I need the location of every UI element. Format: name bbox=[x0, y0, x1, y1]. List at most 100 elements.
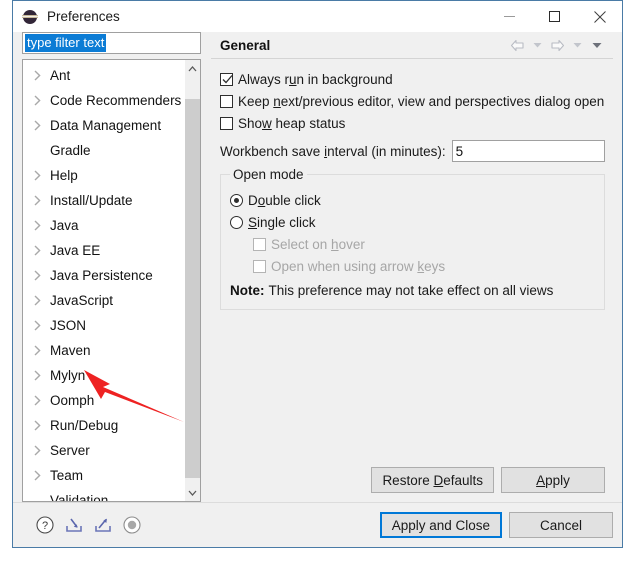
workbench-save-interval-input[interactable]: 5 bbox=[451, 140, 605, 162]
dialog-footer: ? Apply and Close Cancel bbox=[13, 503, 622, 547]
tree-item-label: Java Persistence bbox=[50, 268, 153, 283]
note-label: Note: bbox=[230, 282, 265, 298]
view-menu-icon[interactable] bbox=[588, 36, 606, 54]
chevron-right-icon[interactable] bbox=[34, 395, 48, 406]
checkbox-row-open-when-using-arrow-keys: Open when using arrow keys bbox=[253, 255, 595, 277]
checkbox-show-heap-status[interactable] bbox=[220, 116, 233, 130]
restore-defaults-button[interactable]: Restore Defaults bbox=[371, 467, 494, 493]
chevron-right-icon[interactable] bbox=[34, 95, 48, 106]
tree-item-label: Gradle bbox=[50, 143, 91, 158]
checkbox-open-when-using-arrow-keys bbox=[253, 259, 266, 273]
preferences-dialog: Preferences type filter text Ant Code Rec… bbox=[12, 0, 623, 548]
general-checkboxes: Always run in background Keep next/previo… bbox=[220, 68, 605, 134]
tree-item-label: Code Recommenders bbox=[50, 93, 182, 108]
tree-item-server[interactable]: Server bbox=[23, 438, 184, 463]
tree-item-javascript[interactable]: JavaScript bbox=[23, 288, 184, 313]
tree-item-label: JavaScript bbox=[50, 293, 114, 308]
pane-header: General bbox=[211, 32, 613, 58]
note-text: This preference may not take effect on a… bbox=[268, 282, 554, 298]
forward-dropdown-icon[interactable] bbox=[568, 36, 586, 54]
back-arrow-icon[interactable] bbox=[508, 36, 526, 54]
record-icon[interactable] bbox=[121, 514, 143, 536]
tree-item-run-debug[interactable]: Run/Debug bbox=[23, 413, 184, 438]
chevron-right-icon[interactable] bbox=[34, 195, 48, 206]
window-title: Preferences bbox=[47, 9, 120, 24]
pane-navigation bbox=[508, 36, 606, 54]
footer-icons: ? bbox=[34, 514, 143, 536]
tree-item-label: Oomph bbox=[50, 393, 95, 408]
svg-text:?: ? bbox=[42, 520, 48, 532]
maximize-button[interactable] bbox=[532, 1, 577, 32]
tree-item-mylyn[interactable]: Mylyn bbox=[23, 363, 184, 388]
tree-item-ant[interactable]: Ant bbox=[23, 63, 184, 88]
checkbox-row-show-heap-status[interactable]: Show heap status bbox=[220, 112, 605, 134]
scrollbar-track[interactable] bbox=[185, 77, 200, 484]
window-controls bbox=[487, 1, 622, 32]
tree-item-java-persistence[interactable]: Java Persistence bbox=[23, 263, 184, 288]
chevron-right-icon[interactable] bbox=[34, 220, 48, 231]
pane-body: Always run in background Keep next/previo… bbox=[211, 59, 613, 502]
preferences-tree[interactable]: Ant Code Recommenders Data Management Gradl… bbox=[22, 59, 201, 502]
tree-item-label: Maven bbox=[50, 343, 91, 358]
tree-item-gradle[interactable]: Gradle bbox=[23, 138, 184, 163]
tree-item-label: Mylyn bbox=[50, 368, 86, 383]
tree-item-validation[interactable]: Validation bbox=[23, 488, 184, 501]
tree-item-data-management[interactable]: Data Management bbox=[23, 113, 184, 138]
chevron-right-icon[interactable] bbox=[34, 70, 48, 81]
cancel-button[interactable]: Cancel bbox=[509, 512, 613, 538]
tree-items: Ant Code Recommenders Data Management Gradl… bbox=[23, 60, 184, 501]
export-preferences-icon[interactable] bbox=[92, 514, 114, 536]
tree-item-json[interactable]: JSON bbox=[23, 313, 184, 338]
scroll-down-icon[interactable] bbox=[185, 484, 200, 501]
chevron-right-icon[interactable] bbox=[34, 320, 48, 331]
tree-item-code-recommenders[interactable]: Code Recommenders bbox=[23, 88, 184, 113]
tree-item-install-update[interactable]: Install/Update bbox=[23, 188, 184, 213]
filter-input[interactable]: type filter text bbox=[22, 32, 201, 54]
radio-single-click[interactable] bbox=[230, 215, 243, 229]
checkbox-row-select-on-hover: Select on hover bbox=[253, 233, 595, 255]
tree-item-maven[interactable]: Maven bbox=[23, 338, 184, 363]
import-preferences-icon[interactable] bbox=[63, 514, 85, 536]
tree-item-team[interactable]: Team bbox=[23, 463, 184, 488]
checkbox-keep-next-previous-editor[interactable] bbox=[220, 94, 233, 108]
workbench-save-interval-label: Workbench save interval (in minutes): bbox=[220, 143, 446, 159]
minimize-button[interactable] bbox=[487, 1, 532, 32]
radio-row-single-click[interactable]: Single click bbox=[230, 211, 595, 233]
radio-double-click[interactable] bbox=[230, 193, 243, 207]
chevron-right-icon[interactable] bbox=[34, 270, 48, 281]
eclipse-sphere-icon bbox=[22, 9, 38, 25]
tree-item-java[interactable]: Java bbox=[23, 213, 184, 238]
chevron-right-icon[interactable] bbox=[34, 170, 48, 181]
chevron-right-icon[interactable] bbox=[34, 245, 48, 256]
chevron-right-icon[interactable] bbox=[34, 120, 48, 131]
help-icon[interactable]: ? bbox=[34, 514, 56, 536]
chevron-right-icon[interactable] bbox=[34, 470, 48, 481]
chevron-right-icon[interactable] bbox=[34, 445, 48, 456]
back-dropdown-icon[interactable] bbox=[528, 36, 546, 54]
footer-buttons: Apply and Close Cancel bbox=[379, 512, 613, 538]
chevron-right-icon[interactable] bbox=[34, 420, 48, 431]
chevron-right-icon[interactable] bbox=[34, 345, 48, 356]
tree-item-help[interactable]: Help bbox=[23, 163, 184, 188]
tree-scrollbar[interactable] bbox=[184, 60, 200, 501]
tree-item-label: Help bbox=[50, 168, 78, 183]
chevron-right-icon[interactable] bbox=[34, 295, 48, 306]
title-bar: Preferences bbox=[13, 1, 622, 32]
checkbox-always-run-in-background[interactable] bbox=[220, 72, 233, 86]
apply-and-close-button[interactable]: Apply and Close bbox=[379, 512, 502, 538]
checkbox-row-keep-next-previous-editor[interactable]: Keep next/previous editor, view and pers… bbox=[220, 90, 605, 112]
checkbox-row-always-run-in-background[interactable]: Always run in background bbox=[220, 68, 605, 90]
tree-item-java-ee[interactable]: Java EE bbox=[23, 238, 184, 263]
tree-item-oomph[interactable]: Oomph bbox=[23, 388, 184, 413]
radio-row-double-click[interactable]: Double click bbox=[230, 189, 595, 211]
close-button[interactable] bbox=[577, 1, 622, 32]
scroll-up-icon[interactable] bbox=[185, 60, 200, 77]
scrollbar-thumb[interactable] bbox=[185, 99, 200, 478]
tree-item-label: JSON bbox=[50, 318, 87, 333]
apply-button[interactable]: Apply bbox=[501, 467, 605, 493]
right-panel: General Always run in background Keep ne… bbox=[211, 32, 613, 502]
tree-item-label: Java bbox=[50, 218, 79, 233]
chevron-right-icon[interactable] bbox=[34, 370, 48, 381]
forward-arrow-icon[interactable] bbox=[548, 36, 566, 54]
tree-item-label: Run/Debug bbox=[50, 418, 119, 433]
